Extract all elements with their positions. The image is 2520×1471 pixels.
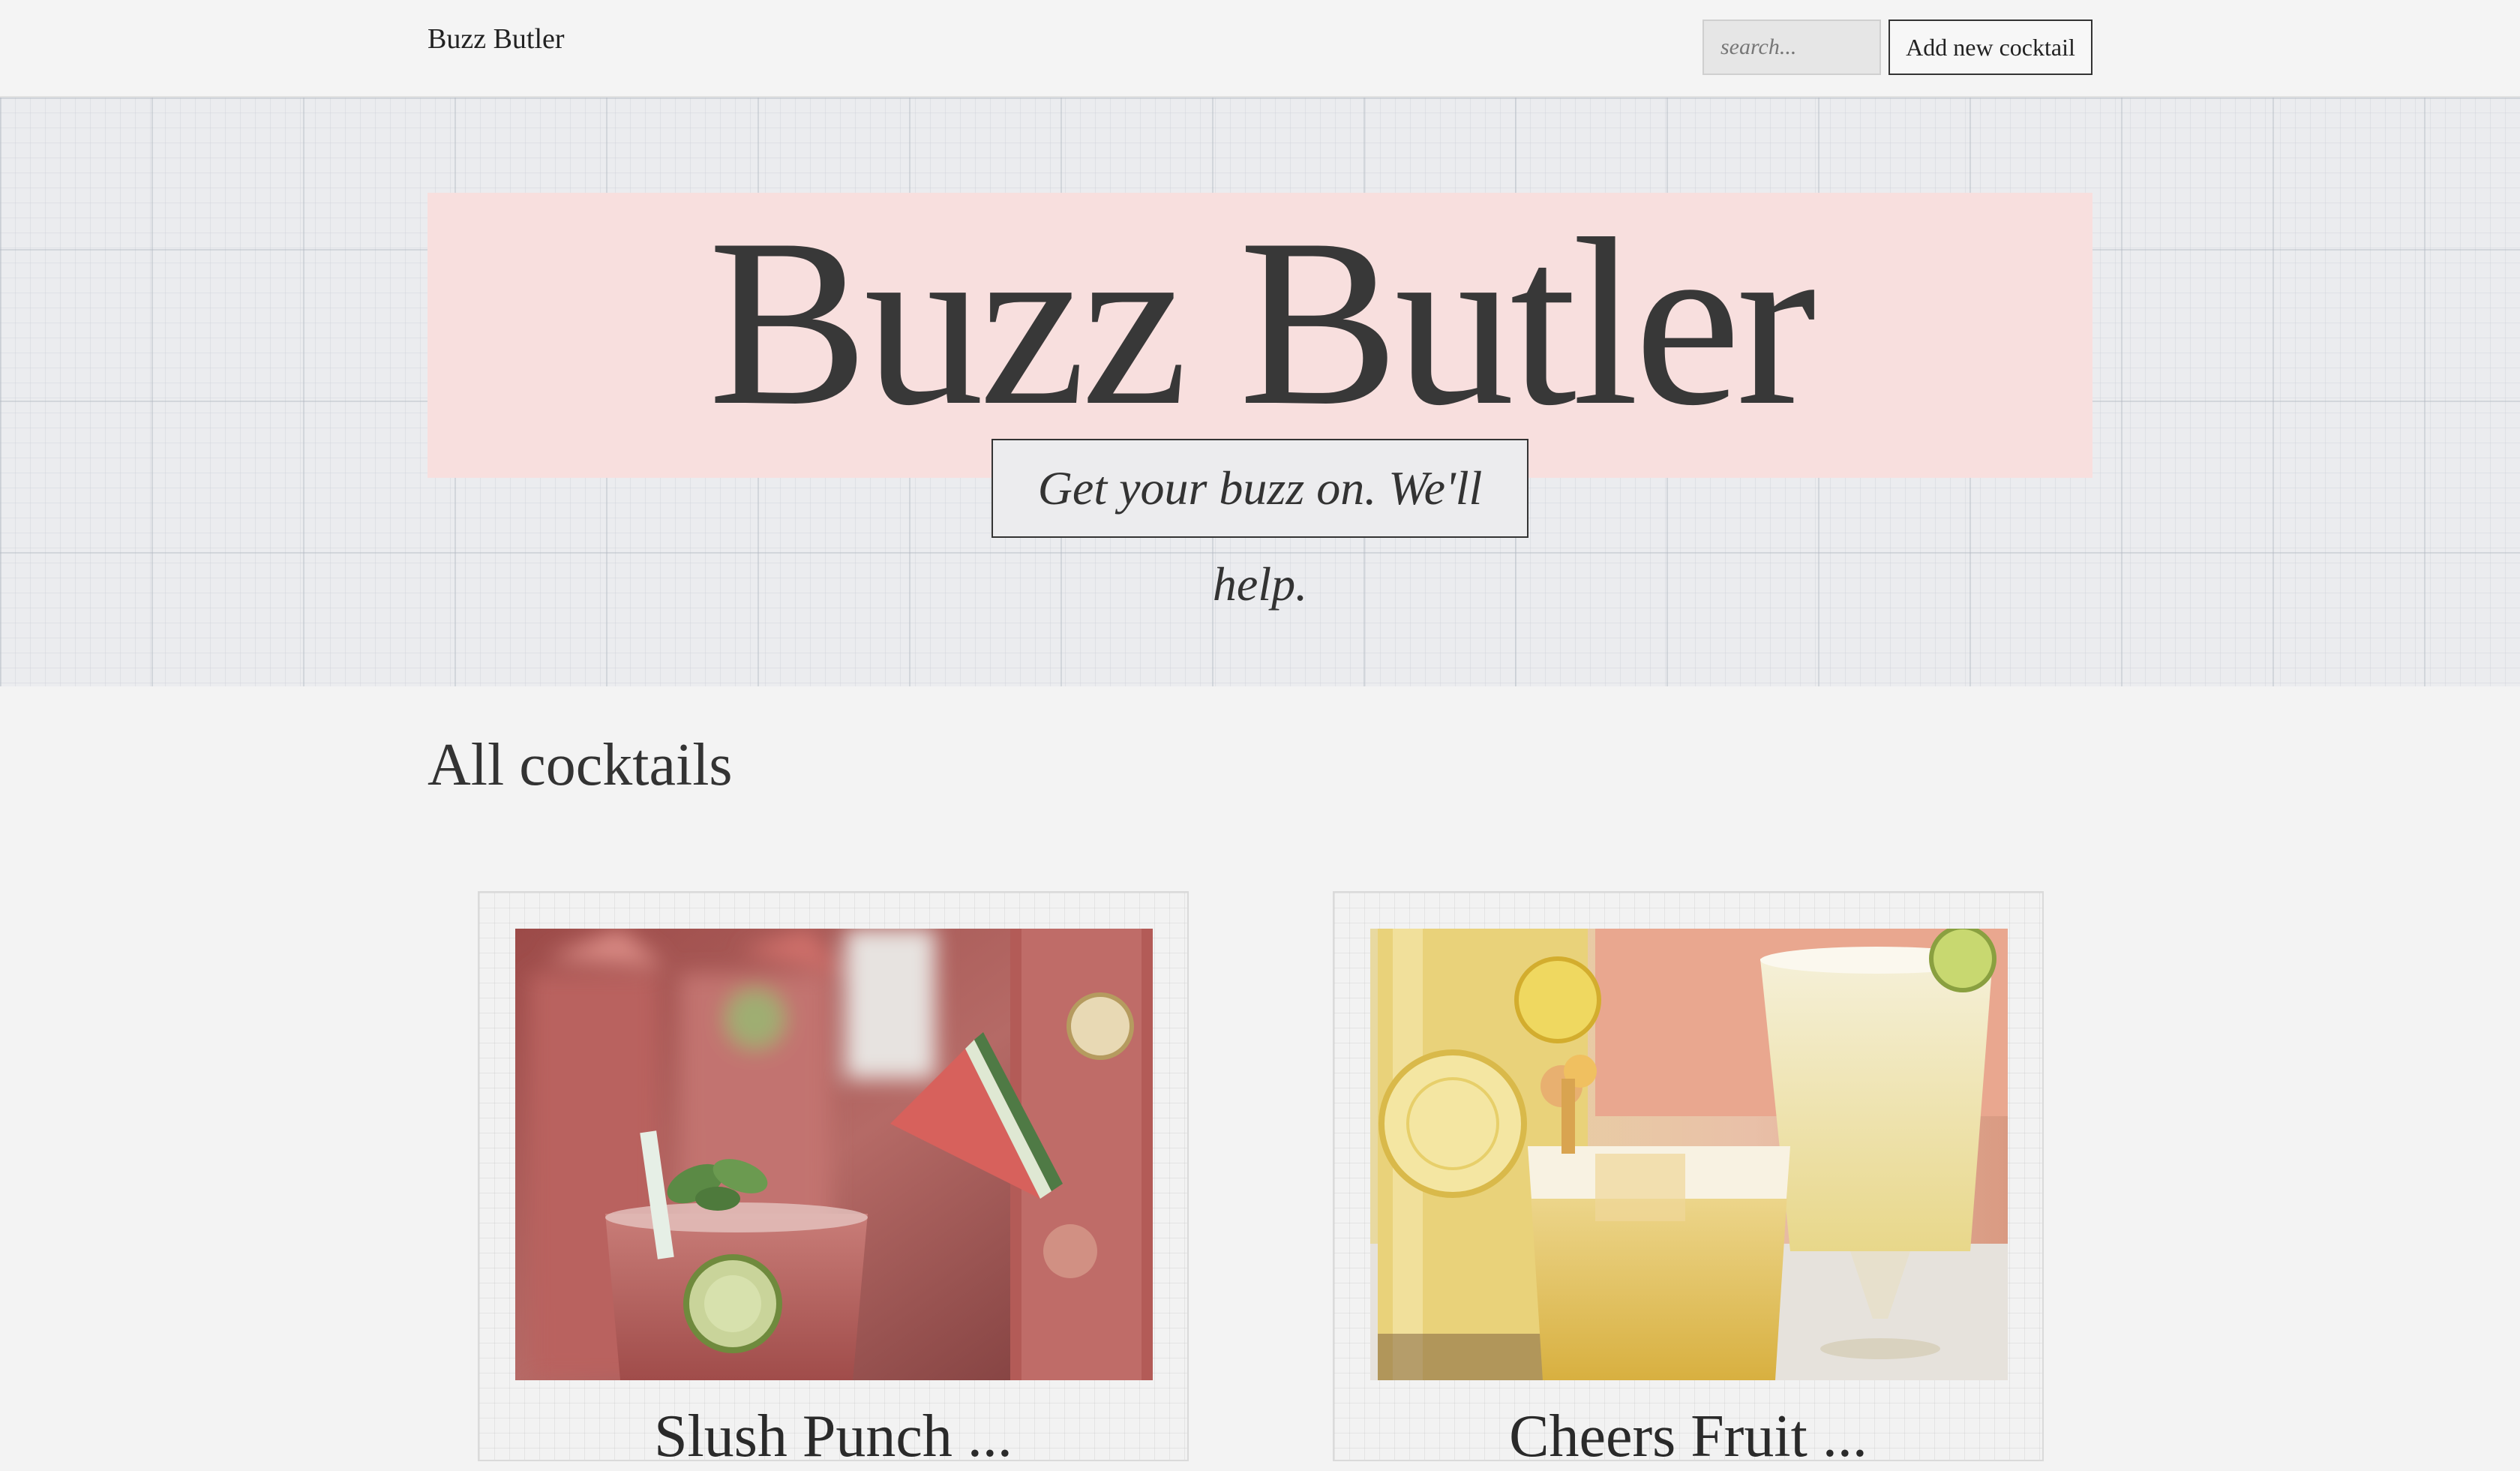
hero-title: Buzz Butler — [708, 190, 1816, 455]
cocktail-card[interactable]: Cheers Fruit ... — [1333, 891, 2044, 1469]
top-navbar: Buzz Butler Add new cocktail — [0, 0, 2520, 98]
brand-logo-link[interactable]: Buzz Butler — [428, 23, 565, 56]
cocktail-card[interactable]: Slush Punch ... — [478, 891, 1189, 1469]
cocktail-name[interactable]: Slush Punch ... — [479, 1403, 1187, 1471]
hero-section: Buzz Butler Get your buzz on. We'll help… — [0, 98, 2520, 686]
cocktail-name[interactable]: Cheers Fruit ... — [1334, 1403, 2042, 1471]
watermelon-cocktail-photo[interactable] — [515, 929, 1153, 1380]
section-title: All cocktails — [428, 732, 733, 798]
lemon-cocktail-photo[interactable] — [1370, 929, 2008, 1380]
search-input[interactable] — [1702, 20, 1881, 75]
add-new-cocktail-button[interactable]: Add new cocktail — [1888, 20, 2092, 75]
hero-tagline: Get your buzz on. We'll help. — [992, 439, 1528, 611]
